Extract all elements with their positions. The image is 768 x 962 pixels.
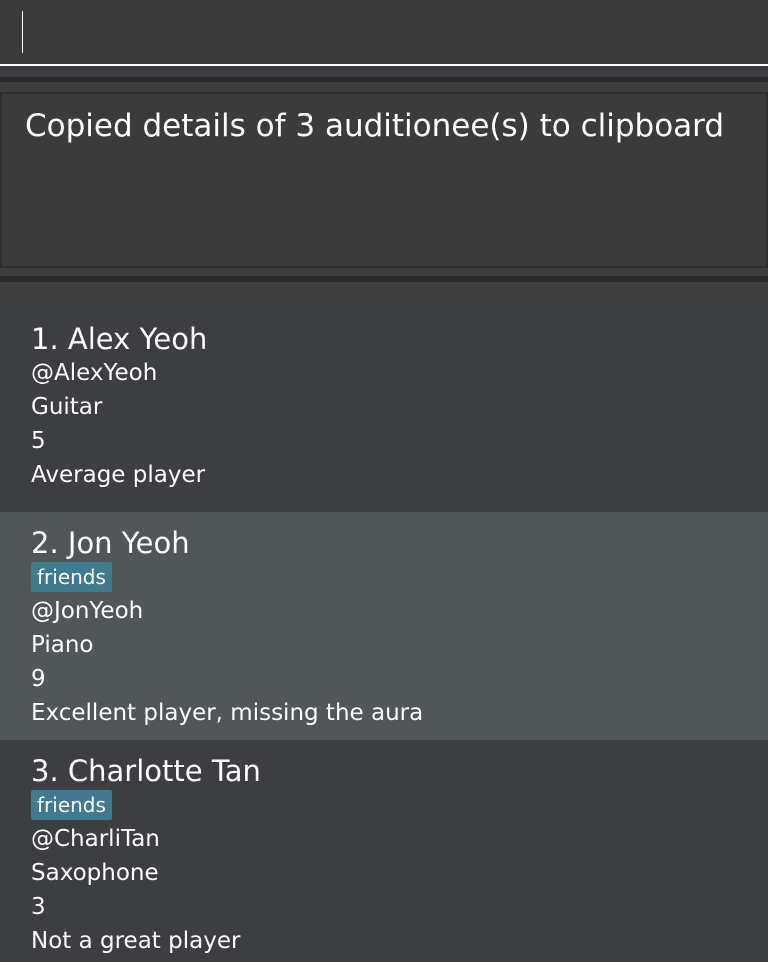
tag-badge: friends	[31, 790, 112, 820]
command-input[interactable]	[0, 0, 768, 66]
person-instrument: Piano	[31, 632, 94, 658]
result-display: Copied details of 3 auditionee(s) to cli…	[0, 92, 768, 268]
person-name: 1. Alex Yeoh	[31, 322, 768, 356]
person-index: 1.	[31, 322, 59, 356]
person-card-selected[interactable]: 2. Jon Yeoh friends @JonYeoh Piano 9 Exc…	[0, 512, 768, 740]
person-name: 3. Charlotte Tan	[31, 754, 768, 788]
spacer	[0, 268, 768, 276]
person-instrument: Guitar	[31, 394, 103, 420]
person-rating: 9	[31, 666, 46, 692]
tag-badge: friends	[31, 562, 112, 592]
person-name-text: Jon Yeoh	[67, 526, 190, 560]
tag-list: friends	[31, 560, 768, 594]
person-remark: Excellent player, missing the aura	[31, 700, 424, 726]
person-handle: @JonYeoh	[31, 598, 144, 624]
person-rating: 5	[31, 428, 46, 454]
list-header-spacer	[0, 282, 768, 302]
person-card[interactable]: 3. Charlotte Tan friends @CharliTan Saxo…	[0, 740, 768, 962]
command-box	[0, 0, 768, 68]
person-list: 1. Alex Yeoh @AlexYeoh Guitar 5 Average …	[0, 302, 768, 962]
text-caret	[22, 11, 23, 53]
app-window: Copied details of 3 auditionee(s) to cli…	[0, 0, 768, 962]
result-message: Copied details of 3 auditionee(s) to cli…	[25, 108, 725, 144]
person-card[interactable]: 1. Alex Yeoh @AlexYeoh Guitar 5 Average …	[0, 302, 768, 512]
tag-list: friends	[31, 788, 768, 822]
person-name-text: Charlotte Tan	[67, 754, 261, 788]
person-name: 2. Jon Yeoh	[31, 526, 768, 560]
person-handle: @AlexYeoh	[31, 360, 158, 386]
person-rating: 3	[31, 894, 46, 920]
person-name-text: Alex Yeoh	[67, 322, 208, 356]
person-index: 2.	[31, 526, 59, 560]
person-index: 3.	[31, 754, 59, 788]
person-instrument: Saxophone	[31, 860, 159, 886]
person-remark: Average player	[31, 462, 206, 488]
person-handle: @CharliTan	[31, 826, 160, 852]
spacer	[0, 82, 768, 92]
person-remark: Not a great player	[31, 928, 241, 954]
